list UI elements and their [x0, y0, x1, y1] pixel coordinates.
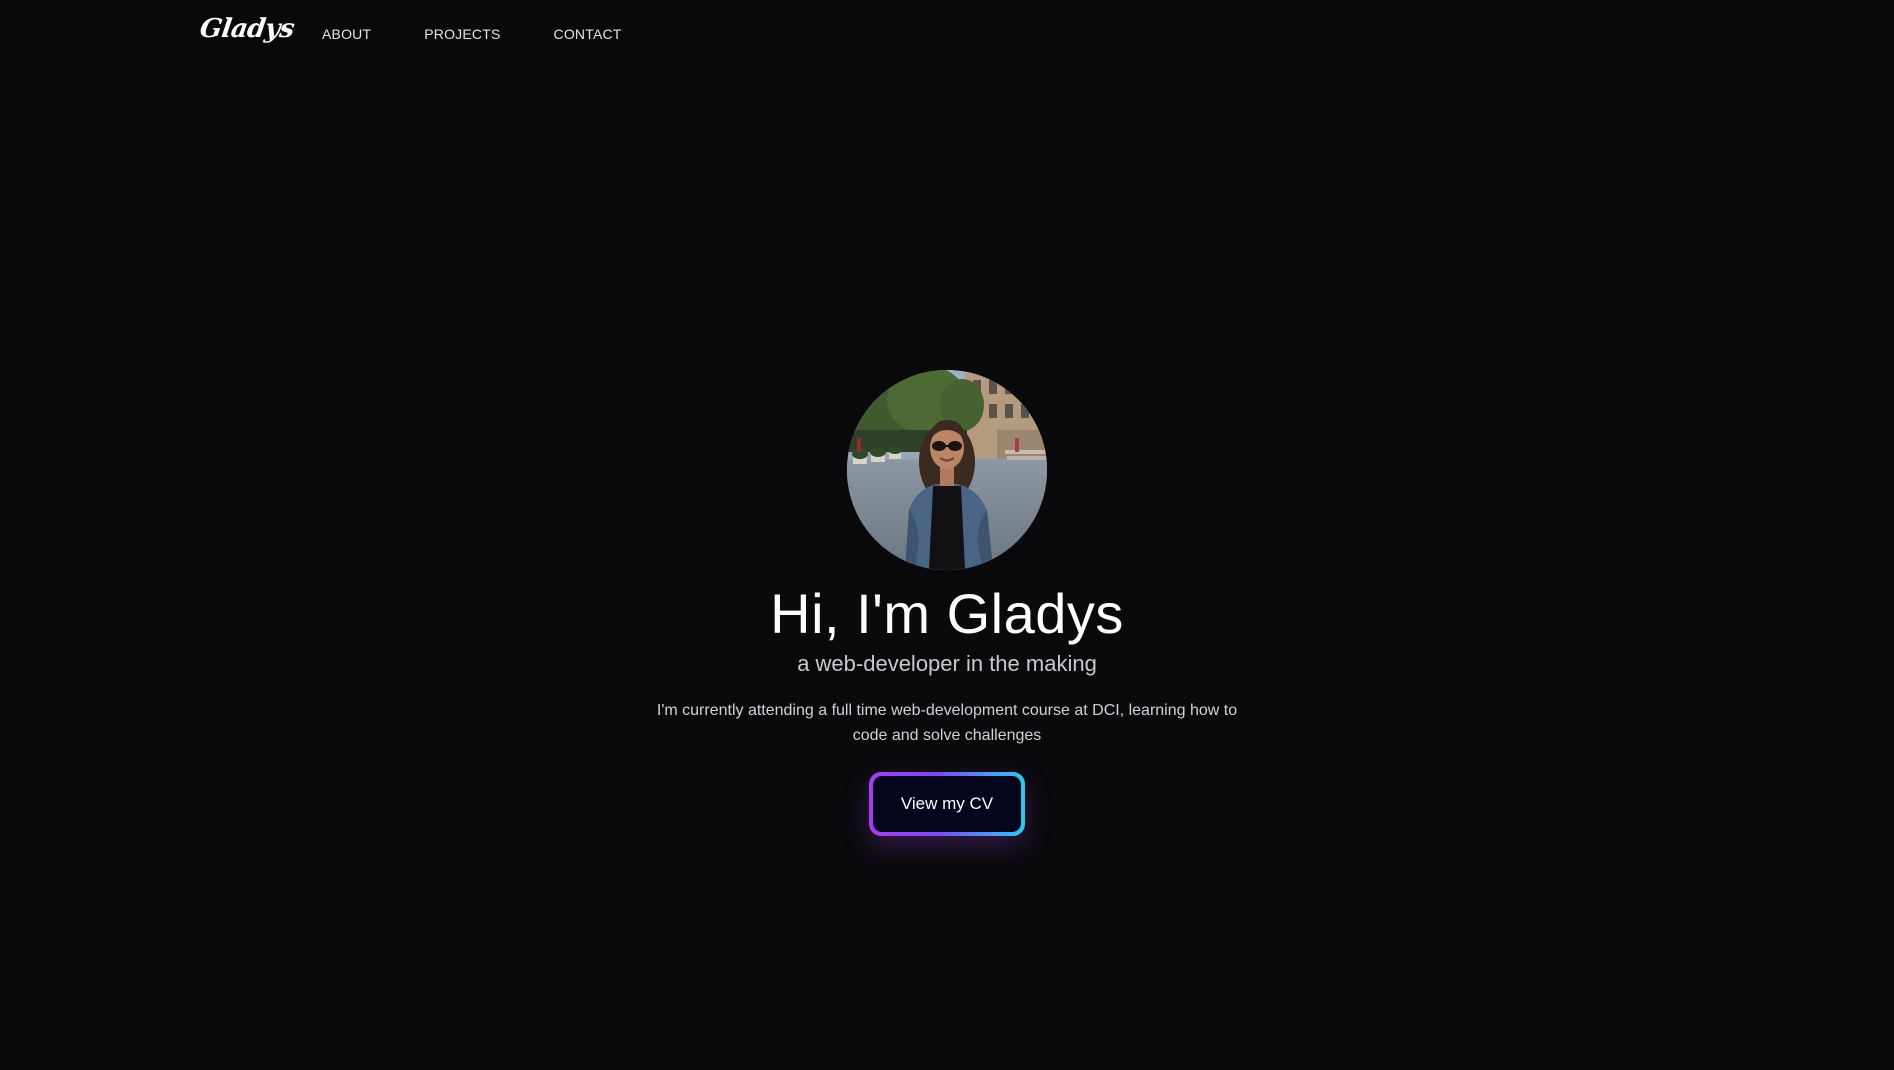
- nav-link-contact[interactable]: CONTACT: [554, 26, 622, 42]
- avatar-photo: [847, 370, 1047, 570]
- top-nav: Gladys ABOUT PROJECTS CONTACT: [0, 0, 1894, 68]
- hero-subtitle: a web-developer in the making: [797, 651, 1097, 676]
- cv-button-border: View my CV: [869, 772, 1025, 836]
- avatar: [847, 370, 1047, 570]
- nav-link-about[interactable]: ABOUT: [322, 26, 371, 42]
- page: Gladys ABOUT PROJECTS CONTACT Hi, I'm Gl…: [0, 0, 1894, 1070]
- view-cv-button[interactable]: View my CV: [873, 776, 1021, 832]
- hero-description: I'm currently attending a full time web-…: [656, 702, 1238, 744]
- hero-title: Hi, I'm Gladys: [770, 582, 1124, 645]
- logo[interactable]: Gladys: [198, 14, 296, 44]
- hero-section: Hi, I'm Gladys a web-developer in the ma…: [0, 370, 1894, 836]
- nav-link-projects[interactable]: PROJECTS: [424, 26, 500, 42]
- nav-links: ABOUT PROJECTS CONTACT: [322, 26, 675, 42]
